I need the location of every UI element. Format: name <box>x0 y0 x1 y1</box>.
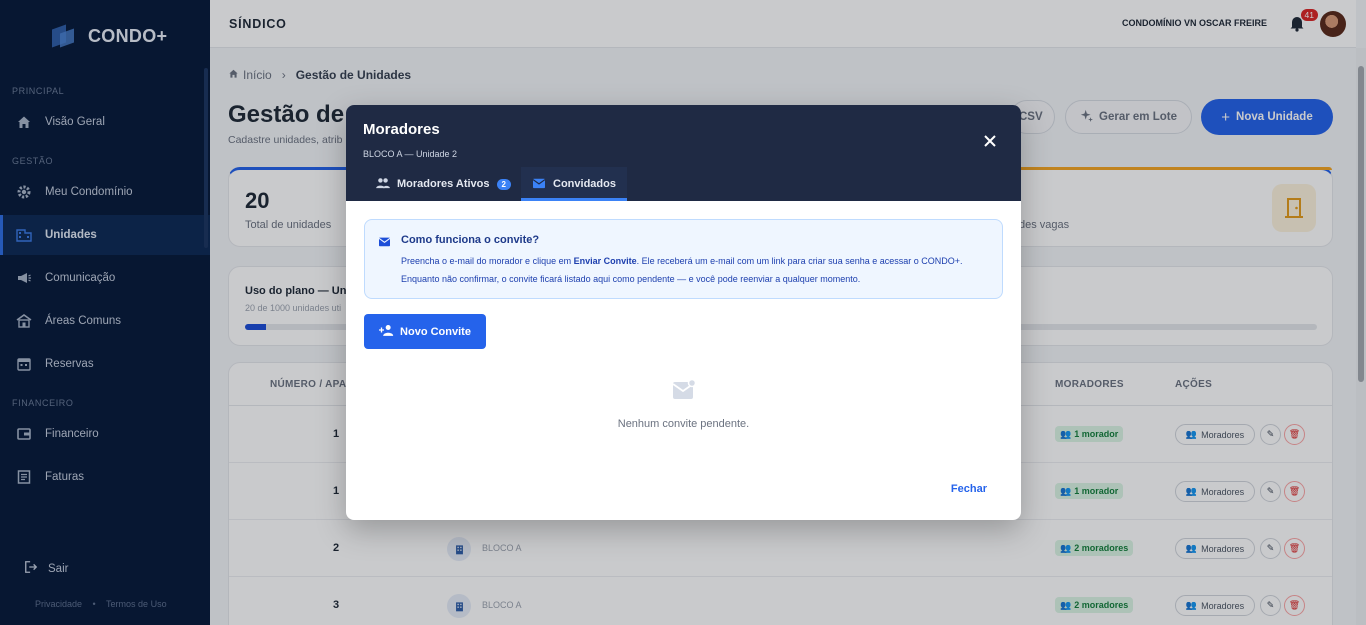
modal-header: Moradores BLOCO A — Unidade 2 Moradores … <box>346 105 1021 201</box>
people-icon <box>376 177 390 192</box>
info-text: Preencha o e-mail do morador e clique em… <box>401 252 991 288</box>
close-button[interactable]: Fechar <box>951 483 987 495</box>
tab-moradores-ativos[interactable]: Moradores Ativos 2 <box>376 167 511 201</box>
new-invite-label: Novo Convite <box>400 325 471 338</box>
modal-subtitle: BLOCO A — Unidade 2 <box>363 149 458 159</box>
invite-info-box: Como funciona o convite? Preencha o e-ma… <box>364 219 1003 299</box>
info-title: Como funciona o convite? <box>401 234 540 246</box>
empty-mail-icon <box>672 378 697 401</box>
tab-label: Moradores Ativos <box>397 178 490 190</box>
mail-icon <box>532 177 546 192</box>
tab-convidados[interactable]: Convidados <box>521 167 627 201</box>
mail-icon <box>378 234 391 252</box>
info-text-part: Preencha o e-mail do morador e clique em <box>401 256 574 266</box>
tab-count-badge: 2 <box>496 178 511 190</box>
residents-modal: Moradores BLOCO A — Unidade 2 Moradores … <box>346 105 1021 520</box>
modal-title: Moradores <box>363 121 440 138</box>
close-icon[interactable] <box>980 131 1000 151</box>
empty-state-text: Nenhum convite pendente. <box>617 418 750 430</box>
new-invite-button[interactable]: Novo Convite <box>364 314 486 349</box>
add-person-icon <box>379 324 394 339</box>
tab-label: Convidados <box>553 178 616 190</box>
info-text-bold: Enviar Convite <box>573 256 637 266</box>
